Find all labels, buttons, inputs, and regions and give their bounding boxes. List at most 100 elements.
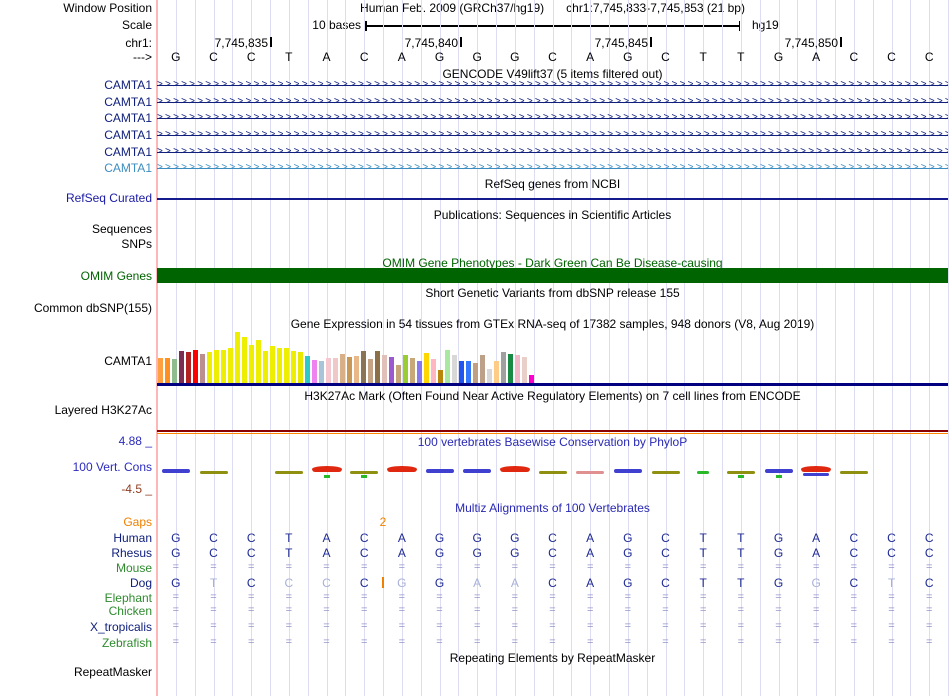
- gene-transcript-row[interactable]: >>>>>>>>>>>>>>>>>>>>>>>>>>>>>>>>>>>>>>>>…: [157, 96, 948, 108]
- gtex-bar[interactable]: [459, 361, 464, 383]
- gtex-bar[interactable]: [242, 337, 247, 383]
- species-label[interactable]: Chicken: [0, 604, 152, 618]
- alignment-base: C: [548, 546, 557, 560]
- gtex-bar[interactable]: [431, 359, 436, 383]
- gtex-bar[interactable]: [228, 348, 233, 383]
- h3k27ac-line-orange[interactable]: [157, 432, 948, 434]
- label-repeatmasker[interactable]: RepeatMasker: [0, 665, 152, 679]
- gtex-bar[interactable]: [403, 355, 408, 383]
- label-omim-genes[interactable]: OMIM Genes: [0, 269, 152, 283]
- gene-transcript-row[interactable]: >>>>>>>>>>>>>>>>>>>>>>>>>>>>>>>>>>>>>>>>…: [157, 129, 948, 141]
- gtex-bar[interactable]: [158, 358, 163, 383]
- gtex-bar[interactable]: [172, 359, 177, 383]
- gtex-bar[interactable]: [522, 357, 527, 383]
- gtex-bar[interactable]: [319, 361, 324, 383]
- gtex-bar[interactable]: [270, 346, 275, 383]
- cons-mark: [801, 466, 832, 472]
- gtex-bar[interactable]: [193, 350, 198, 383]
- label-refseq-curated[interactable]: RefSeq Curated: [0, 191, 152, 205]
- species-label[interactable]: Dog: [0, 576, 152, 590]
- gene-label[interactable]: CAMTA1: [0, 128, 152, 142]
- gtex-bar[interactable]: [494, 361, 499, 383]
- gtex-bar[interactable]: [291, 351, 296, 383]
- gtex-bar[interactable]: [298, 352, 303, 383]
- alignment-gap: =: [699, 591, 707, 603]
- gtex-bar[interactable]: [186, 352, 191, 383]
- gtex-bar[interactable]: [375, 351, 380, 383]
- alignment-base: C: [209, 546, 218, 560]
- gene-label[interactable]: CAMTA1: [0, 95, 152, 109]
- label-gtex-gene[interactable]: CAMTA1: [0, 354, 152, 368]
- gtex-bar[interactable]: [368, 359, 373, 383]
- species-label[interactable]: X_tropicalis: [0, 620, 152, 634]
- gtex-bar[interactable]: [312, 360, 317, 383]
- label-layered-h3k27ac[interactable]: Layered H3K27Ac: [0, 403, 152, 417]
- gtex-bar[interactable]: [361, 351, 366, 383]
- gene-transcript-row[interactable]: >>>>>>>>>>>>>>>>>>>>>>>>>>>>>>>>>>>>>>>>…: [157, 79, 948, 91]
- gtex-bar[interactable]: [200, 354, 205, 383]
- alignment-base: G: [472, 546, 482, 560]
- species-label[interactable]: Elephant: [0, 591, 152, 605]
- gtex-bar[interactable]: [333, 358, 338, 383]
- cons-mark: [425, 469, 454, 473]
- gtex-bar[interactable]: [326, 358, 331, 383]
- gtex-bar[interactable]: [354, 356, 359, 383]
- gtex-bar[interactable]: [466, 361, 471, 383]
- label-sequences[interactable]: Sequences: [0, 222, 152, 236]
- cons-mark-green-dot: [323, 475, 330, 478]
- gtex-bar[interactable]: [263, 351, 268, 383]
- gtex-bar[interactable]: [347, 357, 352, 383]
- refseq-curated-line[interactable]: [157, 198, 948, 200]
- label-snps[interactable]: SNPs: [0, 237, 152, 251]
- gtex-bar[interactable]: [256, 340, 261, 383]
- species-label[interactable]: Rhesus: [0, 546, 152, 560]
- gtex-bar[interactable]: [214, 350, 219, 383]
- gtex-bar[interactable]: [235, 332, 240, 383]
- gene-label[interactable]: CAMTA1: [0, 145, 152, 159]
- gtex-bar[interactable]: [221, 350, 226, 383]
- gtex-bar[interactable]: [249, 345, 254, 383]
- gtex-bar[interactable]: [452, 355, 457, 383]
- gtex-bar[interactable]: [487, 369, 492, 383]
- gtex-bar[interactable]: [501, 352, 506, 383]
- gtex-bar[interactable]: [389, 357, 394, 383]
- gtex-bar[interactable]: [445, 350, 450, 383]
- gtex-bar[interactable]: [515, 355, 520, 383]
- gene-transcript-row[interactable]: >>>>>>>>>>>>>>>>>>>>>>>>>>>>>>>>>>>>>>>>…: [157, 162, 948, 174]
- gtex-bar[interactable]: [340, 354, 345, 383]
- gene-label[interactable]: CAMTA1: [0, 78, 152, 92]
- omim-genes-bar[interactable]: [157, 268, 948, 283]
- gene-label[interactable]: CAMTA1: [0, 111, 152, 125]
- gtex-bar[interactable]: [277, 348, 282, 383]
- gtex-bar[interactable]: [424, 353, 429, 383]
- gene-transcript-row[interactable]: >>>>>>>>>>>>>>>>>>>>>>>>>>>>>>>>>>>>>>>>…: [157, 112, 948, 124]
- gtex-bar[interactable]: [165, 358, 170, 383]
- alignment-base: C: [924, 531, 934, 545]
- h3k27ac-line-darkred[interactable]: [157, 430, 948, 432]
- gtex-bar[interactable]: [207, 352, 212, 383]
- gtex-bar[interactable]: [382, 355, 387, 383]
- species-label[interactable]: Human: [0, 531, 152, 545]
- gtex-bar[interactable]: [410, 358, 415, 383]
- label-100-vert-cons[interactable]: 100 Vert. Cons: [0, 460, 152, 474]
- species-label[interactable]: Mouse: [0, 561, 152, 575]
- gtex-bar[interactable]: [480, 355, 485, 383]
- gtex-bar[interactable]: [508, 354, 513, 383]
- label-common-dbsnp[interactable]: Common dbSNP(155): [0, 301, 152, 315]
- gtex-bar[interactable]: [179, 351, 184, 383]
- gtex-bar[interactable]: [438, 370, 443, 383]
- gtex-bar[interactable]: [305, 356, 310, 383]
- species-label[interactable]: Gaps: [0, 515, 152, 529]
- gtex-bar[interactable]: [284, 348, 289, 383]
- gtex-bar[interactable]: [529, 375, 534, 383]
- gene-label[interactable]: CAMTA1: [0, 161, 152, 175]
- species-label[interactable]: Zebrafish: [0, 636, 152, 650]
- alignment-base: G: [171, 546, 181, 560]
- alignment-base: T: [699, 546, 707, 560]
- alignment-gap: =: [775, 561, 782, 573]
- gtex-bar[interactable]: [473, 363, 478, 383]
- gtex-bar[interactable]: [417, 361, 422, 383]
- gene-transcript-row[interactable]: >>>>>>>>>>>>>>>>>>>>>>>>>>>>>>>>>>>>>>>>…: [157, 146, 948, 158]
- alignment-base: G: [773, 576, 784, 590]
- gtex-bar[interactable]: [396, 365, 401, 383]
